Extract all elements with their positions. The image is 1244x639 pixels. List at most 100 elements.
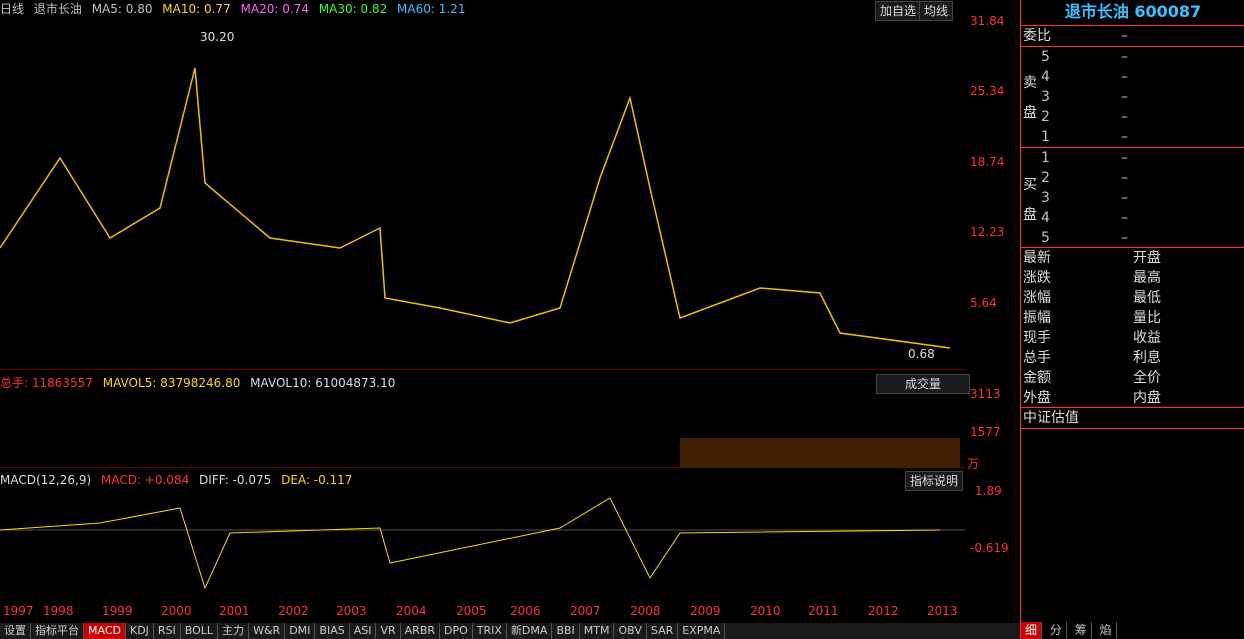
csi-valuation-row: 中证估值 (1021, 408, 1244, 428)
macd-axis-1: 1.89 (975, 484, 1002, 498)
stat-label: 量比 (1133, 310, 1161, 326)
ma5-value: MA5: 0.80 (91, 2, 153, 16)
year-label: 2006 (510, 604, 541, 618)
quote-title: 退市长油 600087 (1064, 2, 1202, 21)
level-num: 2 (1041, 109, 1050, 125)
tab-arbr[interactable]: ARBR (401, 623, 441, 639)
weibi-value: – (1121, 28, 1128, 44)
tab-minute[interactable]: 分 (1046, 622, 1067, 639)
ma30-value: MA30: 0.82 (318, 2, 388, 16)
period-label: 日线 (0, 2, 25, 16)
tab-macd[interactable]: MACD (84, 623, 126, 639)
tab-wr[interactable]: W&R (249, 623, 286, 639)
level-price: – (1121, 170, 1128, 186)
tab-kdj[interactable]: KDJ (126, 623, 154, 639)
tab-chips[interactable]: 筹 (1071, 622, 1092, 639)
dea-value: DEA: -0.117 (281, 473, 353, 487)
max-price-label: 30.20 (200, 30, 235, 44)
weibi-label: 委比 (1023, 28, 1051, 44)
stat-label: 振幅 (1023, 310, 1051, 326)
level-price: – (1121, 89, 1128, 105)
tab-new-dma[interactable]: 新DMA (507, 623, 553, 639)
level-num: 5 (1041, 49, 1050, 65)
stat-label: 涨跌 (1023, 270, 1051, 286)
tab-main-force[interactable]: 主力 (218, 623, 250, 639)
stat-label: 最低 (1133, 290, 1161, 306)
buy-level: 3– (1041, 188, 1244, 208)
macd-chart (0, 497, 965, 590)
tab-flame[interactable]: 焰 (1096, 622, 1117, 639)
level-num: 4 (1041, 69, 1050, 85)
macd-header: MACD(12,26,9) MACD: +0.084 DIFF: -0.075 … (0, 471, 358, 489)
level-price: – (1121, 230, 1128, 246)
level-price: – (1121, 210, 1128, 226)
year-label: 2012 (868, 604, 899, 618)
price-axis-3: 18.74 (970, 155, 1005, 169)
volume-header: 总手: 11863557 MAVOL5: 83798246.80 MAVOL10… (0, 374, 401, 392)
csi-valuation-label: 中证估值 (1023, 410, 1079, 426)
tab-boll[interactable]: BOLL (181, 623, 219, 639)
price-axis-2: 25.34 (970, 84, 1005, 98)
sell-level: 2– (1041, 107, 1244, 127)
tab-sar[interactable]: SAR (647, 623, 679, 639)
tab-settings[interactable]: 设置 (0, 623, 31, 639)
macd-axis-2: -0.619 (970, 541, 1009, 555)
stat-label: 总手 (1023, 350, 1051, 366)
min-price-label: 0.68 (908, 347, 935, 361)
buy-label-1: 买 (1023, 177, 1037, 193)
year-label: 2000 (161, 604, 192, 618)
buy-level: 1– (1041, 148, 1244, 168)
volume-axis-2: 1577 (970, 425, 1001, 439)
year-label: 2008 (630, 604, 661, 618)
tab-bbi[interactable]: BBI (552, 623, 580, 639)
stat-label: 涨幅 (1023, 290, 1051, 306)
tab-vr[interactable]: VR (376, 623, 401, 639)
year-label: 2013 (927, 604, 958, 618)
tab-expma[interactable]: EXPMA (678, 623, 726, 639)
sell-level: 3– (1041, 87, 1244, 107)
buy-level: 5– (1041, 228, 1244, 248)
tab-mtm[interactable]: MTM (580, 623, 615, 639)
level-price: – (1121, 109, 1128, 125)
year-label: 2001 (219, 604, 250, 618)
buy-label: 买 盘 (1023, 170, 1037, 230)
stats-left: 最新 涨跌 涨幅 振幅 现手 总手 金额 外盘 (1023, 248, 1051, 408)
level-num: 3 (1041, 190, 1050, 206)
price-chart (0, 67, 965, 370)
stock-name: 退市长油 (33, 2, 82, 16)
tab-dmi[interactable]: DMI (285, 623, 316, 639)
diff-value: DIFF: -0.075 (199, 473, 272, 487)
macd-title: MACD(12,26,9) (0, 473, 92, 487)
level-price: – (1121, 190, 1128, 206)
tab-obv[interactable]: OBV (614, 623, 647, 639)
stat-label: 收益 (1133, 330, 1161, 346)
level-price: – (1121, 150, 1128, 166)
indicator-tab-bar: 设置 指标平台 MACD KDJ RSI BOLL 主力 W&R DMI BIAS ASI VR ARB… (0, 623, 1020, 639)
sell-label: 卖 盘 (1023, 68, 1037, 128)
year-label: 1997 (3, 604, 34, 618)
year-label: 2002 (278, 604, 309, 618)
year-label: 2011 (808, 604, 839, 618)
volume-total: 总手: 11863557 (0, 376, 93, 390)
tab-dpo[interactable]: DPO (440, 623, 473, 639)
buy-label-2: 盘 (1023, 207, 1037, 223)
year-label: 2005 (456, 604, 487, 618)
ma60-value: MA60: 1.21 (397, 2, 466, 16)
level-num: 1 (1041, 129, 1050, 145)
tab-asi[interactable]: ASI (350, 623, 377, 639)
volume-indicator-dropdown[interactable]: 成交量 (876, 374, 970, 394)
tab-trix[interactable]: TRIX (473, 623, 507, 639)
price-axis-1: 31.84 (970, 14, 1005, 28)
level-num: 3 (1041, 89, 1050, 105)
tab-detail[interactable]: 细 (1021, 622, 1043, 639)
macd-value: MACD: +0.084 (100, 473, 190, 487)
level-num: 1 (1041, 150, 1050, 166)
buy-level: 4– (1041, 208, 1244, 228)
tab-bias[interactable]: BIAS (315, 623, 350, 639)
tab-rsi[interactable]: RSI (154, 623, 181, 639)
stats-right: 开盘 最高 最低 量比 收益 利息 全价 内盘 (1133, 248, 1161, 408)
mavol10: MAVOL10: 61004873.10 (250, 376, 396, 390)
level-price: – (1121, 49, 1128, 65)
tab-indicator-platform[interactable]: 指标平台 (31, 623, 84, 639)
stat-label: 内盘 (1133, 390, 1161, 406)
